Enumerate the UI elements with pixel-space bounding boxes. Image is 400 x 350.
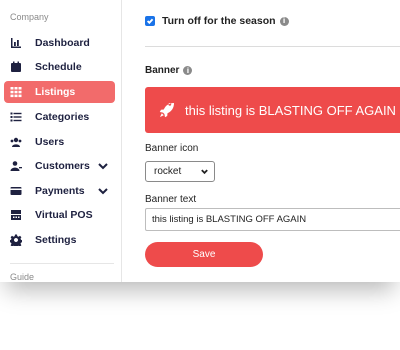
- sidebar-item-label: Users: [35, 136, 65, 148]
- sidebar-item-users[interactable]: Users: [4, 131, 115, 153]
- season-toggle-label: Turn off for the season: [162, 15, 276, 27]
- season-toggle-row: Turn off for the season i: [145, 15, 289, 27]
- sidebar-item-virtual-pos[interactable]: Virtual POS: [4, 204, 115, 226]
- sidebar-item-label: Categories: [35, 111, 90, 123]
- save-button[interactable]: Save: [145, 242, 263, 267]
- chevron-down-icon: [97, 185, 109, 197]
- sidebar-section-company: Company: [10, 12, 49, 22]
- customers-icon: [9, 159, 23, 173]
- calendar-icon: [9, 60, 23, 74]
- sidebar-item-listings[interactable]: Listings: [4, 81, 115, 103]
- sidebar-item-categories[interactable]: Categories: [4, 106, 115, 128]
- sidebar-item-label: Payments: [35, 185, 85, 197]
- banner-heading-row: Banner i: [145, 65, 193, 76]
- banner-preview: this listing is BLASTING OFF AGAIN: [145, 87, 400, 133]
- banner-text-input[interactable]: this listing is BLASTING OFF AGAIN: [145, 208, 400, 231]
- banner-icon-label: Banner icon: [145, 143, 199, 154]
- season-off-checkbox[interactable]: [145, 16, 155, 26]
- list-icon: [9, 110, 23, 124]
- info-icon[interactable]: i: [183, 66, 193, 75]
- rocket-icon: [159, 103, 174, 118]
- banner-text-label: Banner text: [145, 194, 197, 205]
- sidebar-item-label: Dashboard: [35, 37, 90, 49]
- sidebar-item-settings[interactable]: Settings: [4, 229, 115, 251]
- chevron-down-icon: [97, 160, 109, 172]
- banner-icon-select-value: rocket: [154, 166, 182, 177]
- sidebar-item-label: Virtual POS: [35, 209, 93, 221]
- listing-settings-panel: Turn off for the season i Banner i this …: [122, 0, 400, 282]
- sidebar-item-label: Settings: [35, 234, 77, 246]
- banner-preview-text: this listing is BLASTING OFF AGAIN: [185, 102, 396, 118]
- info-icon[interactable]: i: [279, 16, 289, 26]
- sidebar-item-label: Listings: [35, 86, 76, 98]
- sidebar-item-customers[interactable]: Customers: [4, 155, 115, 177]
- checkmark-icon: [146, 18, 154, 25]
- banner-heading: Banner: [145, 65, 180, 76]
- payments-icon: [9, 184, 23, 198]
- pos-icon: [9, 208, 23, 222]
- users-icon: [9, 135, 23, 149]
- sidebar-item-dashboard[interactable]: Dashboard: [4, 32, 115, 54]
- section-divider: [145, 46, 400, 47]
- sidebar-item-label: Customers: [35, 160, 90, 172]
- sidebar-divider: [10, 263, 114, 264]
- banner-icon-select[interactable]: rocket: [145, 161, 215, 182]
- sidebar-item-payments[interactable]: Payments: [4, 180, 115, 202]
- chevron-down-icon: [200, 167, 209, 176]
- grid-icon: [9, 85, 23, 99]
- sidebar-item-schedule[interactable]: Schedule: [4, 56, 115, 78]
- sidebar: Company Dashboard Schedule Listings Cate…: [0, 0, 122, 282]
- app-window: Company Dashboard Schedule Listings Cate…: [0, 0, 400, 282]
- sidebar-item-label: Schedule: [35, 61, 82, 73]
- dashboard-icon: [9, 36, 23, 50]
- sidebar-section-guide: Guide: [10, 272, 35, 282]
- gear-icon: [9, 233, 23, 247]
